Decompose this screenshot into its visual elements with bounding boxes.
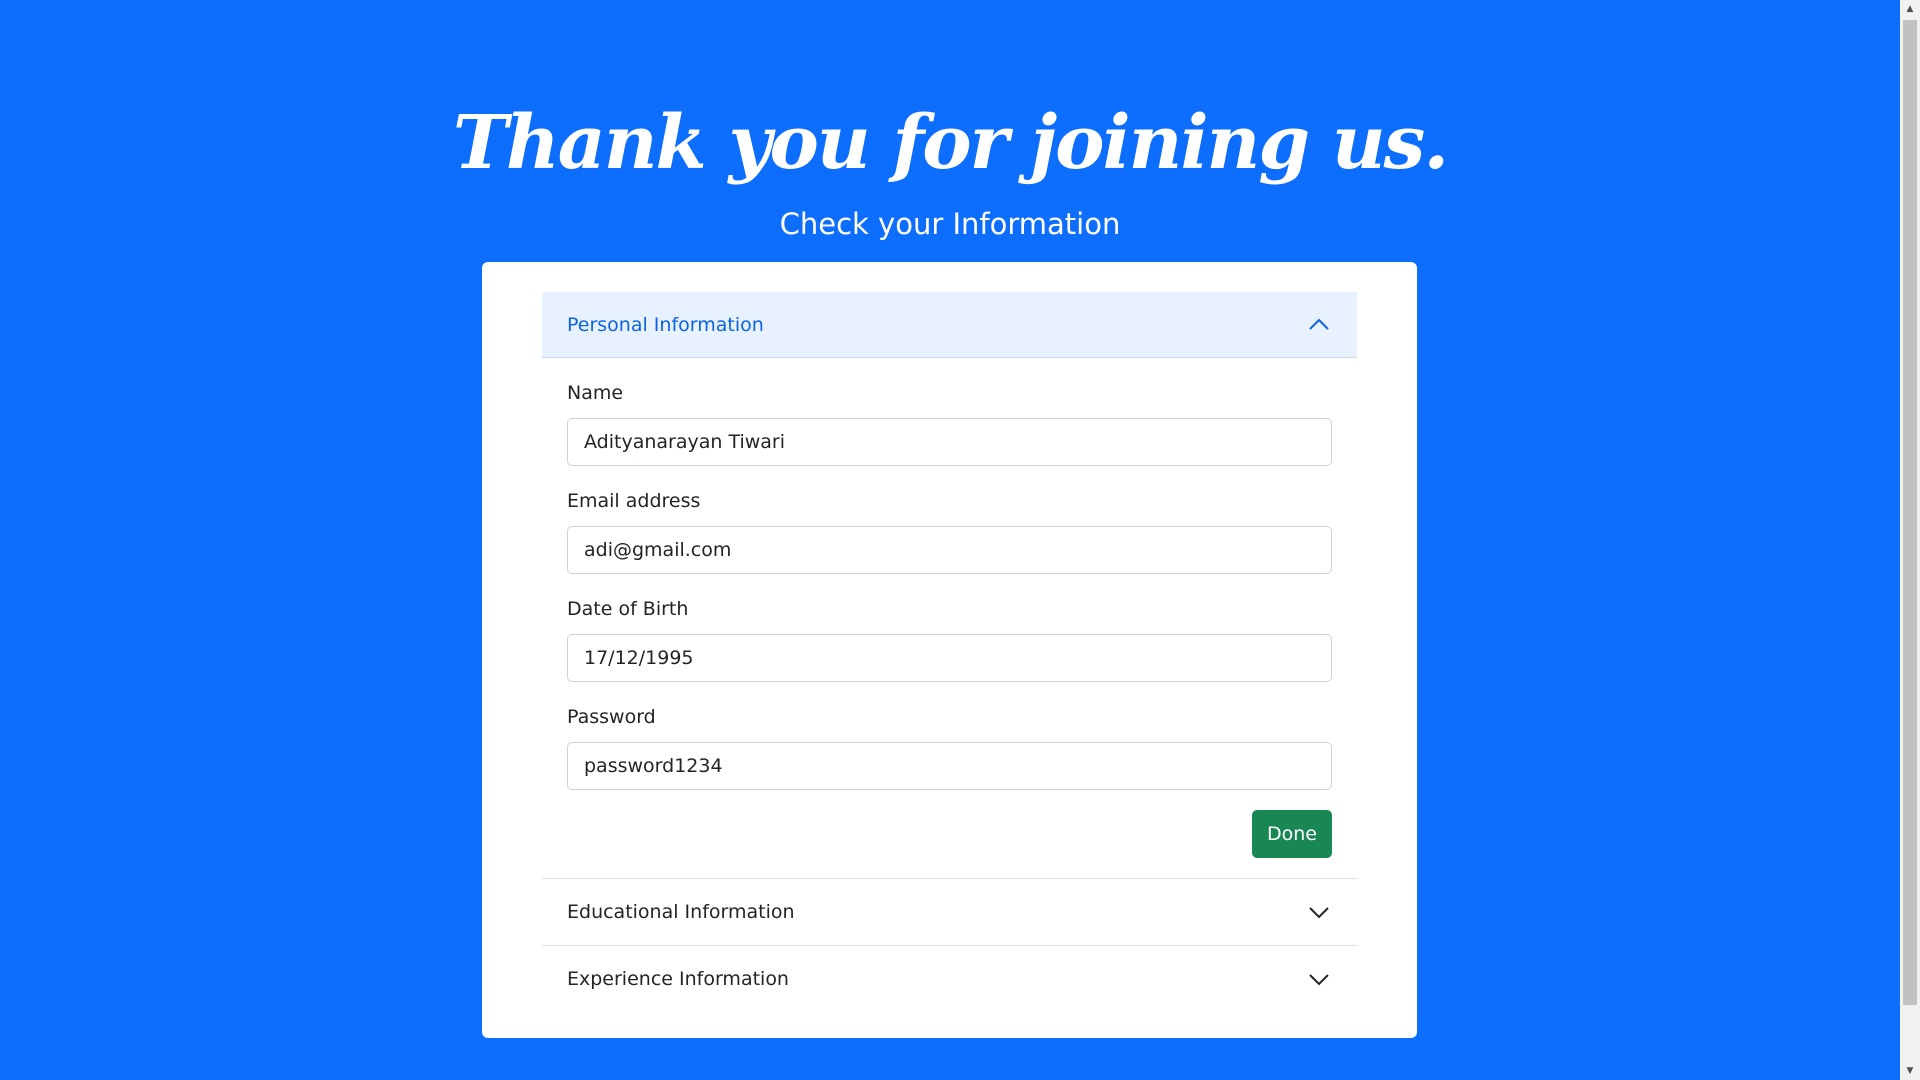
- name-field[interactable]: [567, 418, 1332, 466]
- password-field[interactable]: [567, 742, 1332, 790]
- accordion-header-experience[interactable]: Experience Information: [542, 946, 1357, 1012]
- page-headline: Thank you for joining us.: [452, 100, 1449, 186]
- done-row: Done: [567, 810, 1332, 858]
- accordion-item-experience: Experience Information: [542, 946, 1357, 1012]
- accordion-title-experience: Experience Information: [567, 968, 789, 990]
- chevron-down-icon: [1306, 899, 1332, 925]
- email-label: Email address: [567, 490, 701, 512]
- accordion-title-educational: Educational Information: [567, 901, 795, 923]
- accordion-item-educational: Educational Information: [542, 879, 1357, 946]
- page-scrollbar[interactable]: ▲ ▼: [1900, 0, 1920, 1080]
- accordion-item-personal: Personal Information Name Email address …: [542, 292, 1357, 879]
- info-accordion: Personal Information Name Email address …: [542, 292, 1357, 1012]
- accordion-header-personal[interactable]: Personal Information: [542, 292, 1357, 358]
- accordion-header-educational[interactable]: Educational Information: [542, 879, 1357, 945]
- dob-field[interactable]: [567, 634, 1332, 682]
- name-label: Name: [567, 382, 624, 404]
- page-subheadline: Check your Information: [779, 207, 1121, 241]
- chevron-up-icon: [1306, 312, 1332, 338]
- chevron-down-icon: [1306, 966, 1332, 992]
- info-card: Personal Information Name Email address …: [482, 262, 1417, 1038]
- email-field[interactable]: [567, 526, 1332, 574]
- accordion-title-personal: Personal Information: [567, 313, 764, 336]
- accordion-body-personal: Name Email address Date of Birth Passwor…: [542, 358, 1357, 878]
- dob-label: Date of Birth: [567, 598, 689, 620]
- password-label: Password: [567, 706, 656, 728]
- scroll-up-arrow-icon[interactable]: ▲: [1900, 0, 1920, 18]
- scroll-down-arrow-icon[interactable]: ▼: [1900, 1062, 1920, 1080]
- done-button[interactable]: Done: [1252, 810, 1332, 858]
- scrollbar-thumb[interactable]: [1903, 20, 1917, 1005]
